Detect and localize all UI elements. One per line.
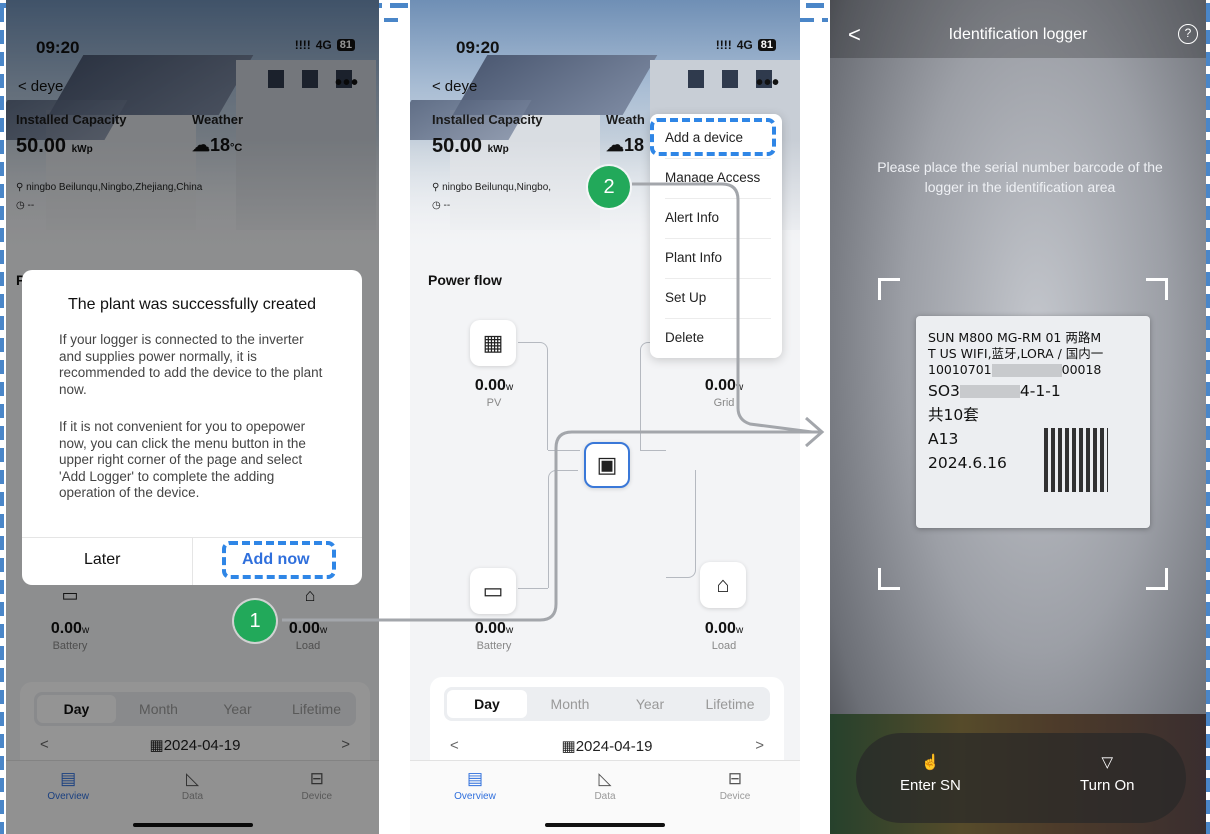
tab-lifetime[interactable]: Lifetime <box>690 696 770 712</box>
plant-location: ⚲ ningbo Beilunqu,Ningbo, <box>432 182 552 193</box>
dialog-title: The plant was successfully created <box>67 296 317 313</box>
scanner-action-bar: ☝ Enter SN ▽ Turn On <box>856 733 1186 823</box>
step-2-badge: 2 <box>588 166 630 208</box>
capacity-value: 50.00 kWp <box>432 135 509 157</box>
next-date-chevron-icon[interactable]: > <box>755 737 764 755</box>
battery-icon: 81 <box>757 39 776 51</box>
battery-power-value: 0.00w <box>474 620 514 637</box>
weather-value: ☁18 <box>606 135 645 155</box>
date-value[interactable]: ▦2024-04-19 <box>562 737 653 755</box>
plant-name: deye <box>444 78 478 95</box>
label-features-line: T US WIFI,蓝牙,LORA / 国内一 <box>928 346 1104 361</box>
step-1-badge: 1 <box>234 600 276 642</box>
label-code: A13 <box>928 430 959 448</box>
pv-node-icon: ▦ <box>470 320 516 366</box>
inverter-node-icon[interactable]: ▣ <box>584 442 630 488</box>
menu-set-up[interactable]: Set Up <box>665 290 775 305</box>
back-button[interactable]: < deye <box>432 78 477 95</box>
battery-node-icon: ▭ <box>470 568 516 614</box>
scan-frame-corner <box>878 278 900 300</box>
phone-screen-plant-menu: 09:20 !!!! 4G 81 < deye ••• Installed Ca… <box>410 0 800 834</box>
turn-on-flashlight-button[interactable]: ▽ Turn On <box>1080 753 1134 794</box>
weather-label: Weath <box>606 112 645 127</box>
frame-left-border <box>0 8 4 834</box>
tab-overview[interactable]: ▤ Overview <box>410 761 540 834</box>
label-qty: 共10套 <box>928 406 979 424</box>
menu-manage-access[interactable]: Manage Access <box>665 170 775 185</box>
add-device-highlight <box>650 118 776 156</box>
power-flow-title: Power flow <box>428 272 502 288</box>
later-button[interactable]: Later <box>84 551 120 569</box>
more-menu-button[interactable]: ••• <box>756 72 780 95</box>
tab-day[interactable]: Day <box>447 690 527 718</box>
scan-instruction: Please place the serial number barcode o… <box>877 159 1163 195</box>
pv-label: PV <box>486 397 502 409</box>
load-power-value: 0.00w <box>704 620 744 637</box>
tab-device[interactable]: ⊟ Device <box>670 761 800 834</box>
grid-label: Grid <box>713 397 735 409</box>
load-node-icon: ⌂ <box>700 562 746 608</box>
label-model-line: SUN M800 MG-RM 01 两路M <box>928 330 1102 345</box>
grid-power-value: 0.00w <box>704 377 744 394</box>
prev-date-chevron-icon[interactable]: < <box>450 737 459 755</box>
label-sn-line: SO3 4-1-1 <box>928 382 1061 400</box>
dialog-paragraph-1: If your logger is connected to the inver… <box>59 332 323 397</box>
hand-pointer-icon: ☝ <box>921 754 940 771</box>
scan-frame-corner <box>1146 278 1168 300</box>
clock-icon: ◷ -- <box>432 200 451 211</box>
add-now-highlight <box>222 541 336 579</box>
chart-icon: ◺ <box>598 769 612 788</box>
load-label: Load <box>711 640 737 652</box>
panel-divider <box>384 18 406 22</box>
panel-divider <box>800 18 828 22</box>
label-serial-line: 10010701 00018 <box>928 362 1102 377</box>
tab-month[interactable]: Month <box>530 696 610 712</box>
date-selector: < ▦2024-04-19 > <box>450 737 764 755</box>
flashlight-icon: ▽ <box>1101 754 1113 771</box>
menu-plant-info[interactable]: Plant Info <box>665 250 775 265</box>
overview-icon: ▤ <box>466 769 484 788</box>
capacity-label: Installed Capacity <box>432 112 543 127</box>
period-tabs: Day Month Year Lifetime <box>444 687 770 721</box>
dialog-paragraph-2: If it is not convenient for you to opepo… <box>59 419 306 500</box>
pv-power-value: 0.00w <box>474 377 514 394</box>
scanner-title: Identification logger <box>948 26 1088 43</box>
logger-barcode-label: SUN M800 MG-RM 01 两路M T US WIFI,蓝牙,LORA … <box>916 316 1150 528</box>
menu-delete[interactable]: Delete <box>665 330 775 345</box>
status-indicators: !!!! 4G 81 <box>716 38 776 52</box>
signal-icon: !!!! <box>715 38 732 52</box>
plant-created-dialog: The plant was successfully created If yo… <box>22 270 362 585</box>
label-date: 2024.6.16 <box>928 454 1007 472</box>
enter-sn-button[interactable]: ☝ Enter SN <box>900 753 961 794</box>
tab-year[interactable]: Year <box>610 696 690 712</box>
network-type: 4G <box>736 38 753 52</box>
phone-screen-scanner: < Identification logger ? Please place t… <box>830 0 1206 834</box>
scan-frame-corner <box>878 568 900 590</box>
status-time: 09:20 <box>456 38 500 57</box>
frame-right-border <box>1206 8 1210 834</box>
menu-alert-info[interactable]: Alert Info <box>665 210 775 225</box>
device-icon: ⊟ <box>727 769 743 788</box>
phone-screen-plant-created: 09:20 !!!! 4G 81 < deye ••• Installed Ca… <box>6 0 379 834</box>
arrow-head <box>805 416 825 448</box>
help-icon[interactable]: ? <box>1178 24 1198 44</box>
home-indicator <box>545 823 665 827</box>
qr-code-icon <box>1044 428 1108 492</box>
battery-label: Battery <box>476 640 512 652</box>
back-icon: < <box>432 78 441 95</box>
scan-frame-corner <box>1146 568 1168 590</box>
